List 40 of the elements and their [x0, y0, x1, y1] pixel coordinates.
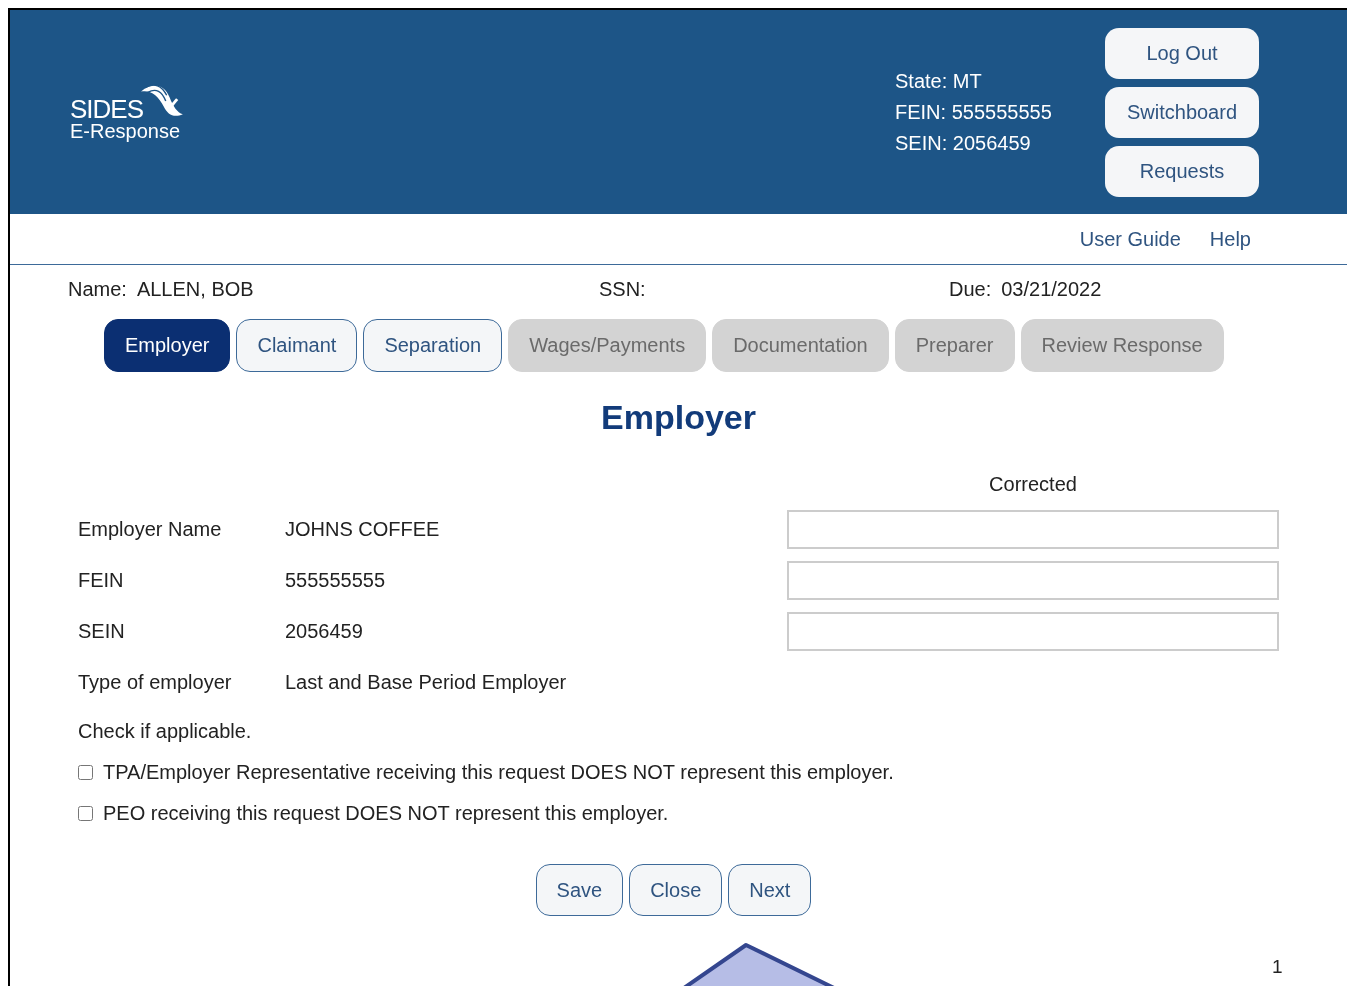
nav-link[interactable]: Help	[1209, 227, 1251, 251]
claim-value: ALLEN, BOB	[136, 277, 254, 301]
logo-title: SIDES	[70, 95, 144, 122]
checkbox[interactable]	[78, 806, 93, 821]
section-title: Employer	[600, 398, 757, 438]
account-info: FEIN: 555555555	[895, 99, 1053, 125]
field-label: SEIN	[78, 620, 126, 643]
step-tab[interactable]: Separation	[363, 319, 503, 372]
logo-subtitle: E-Response	[70, 119, 182, 143]
header-button[interactable]: Switchboard	[1105, 86, 1259, 138]
header-button[interactable]: Log Out	[1105, 27, 1259, 79]
claim-label: Name:	[68, 277, 127, 301]
header-button[interactable]: Requests	[1105, 145, 1259, 197]
step-tab[interactable]: Claimant	[236, 319, 358, 372]
claim-value: 03/21/2022	[1001, 277, 1102, 301]
field-label: Employer Name	[78, 518, 223, 541]
instruction-text: Check if applicable.	[78, 719, 253, 744]
account-info: SEIN: 2056459	[895, 130, 1032, 156]
claim-label: Due:	[949, 277, 992, 301]
field-label: Type of employer	[78, 671, 233, 694]
column-heading: Corrected	[988, 472, 1078, 496]
account-info: State: MT	[895, 68, 983, 94]
input-field[interactable]	[787, 510, 1279, 549]
action-button[interactable]: Next	[728, 864, 812, 916]
checkbox[interactable]	[78, 765, 93, 780]
input-field[interactable]	[787, 561, 1279, 600]
action-button[interactable]: Close	[629, 864, 723, 916]
page-number: 1	[1272, 956, 1283, 978]
field-value: 555555555	[285, 569, 387, 592]
field-value: Last and Base Period Employer	[285, 671, 568, 694]
field-label: FEIN	[78, 569, 125, 592]
input-field[interactable]	[787, 612, 1279, 651]
claim-label: SSN:	[599, 277, 646, 301]
checkbox-label: PEO receiving this request DOES NOT represent this employer.	[103, 802, 669, 825]
field-value: JOHNS COFFEE	[285, 518, 441, 541]
checkbox-label: TPA/Employer Representative receiving this request DOES NOT represent this employer.	[103, 761, 894, 784]
step-tab[interactable]: Employer	[104, 319, 231, 372]
nav-link[interactable]: User Guide	[1079, 227, 1181, 251]
field-value: 2056459	[285, 620, 364, 643]
action-button[interactable]: Save	[535, 864, 624, 916]
